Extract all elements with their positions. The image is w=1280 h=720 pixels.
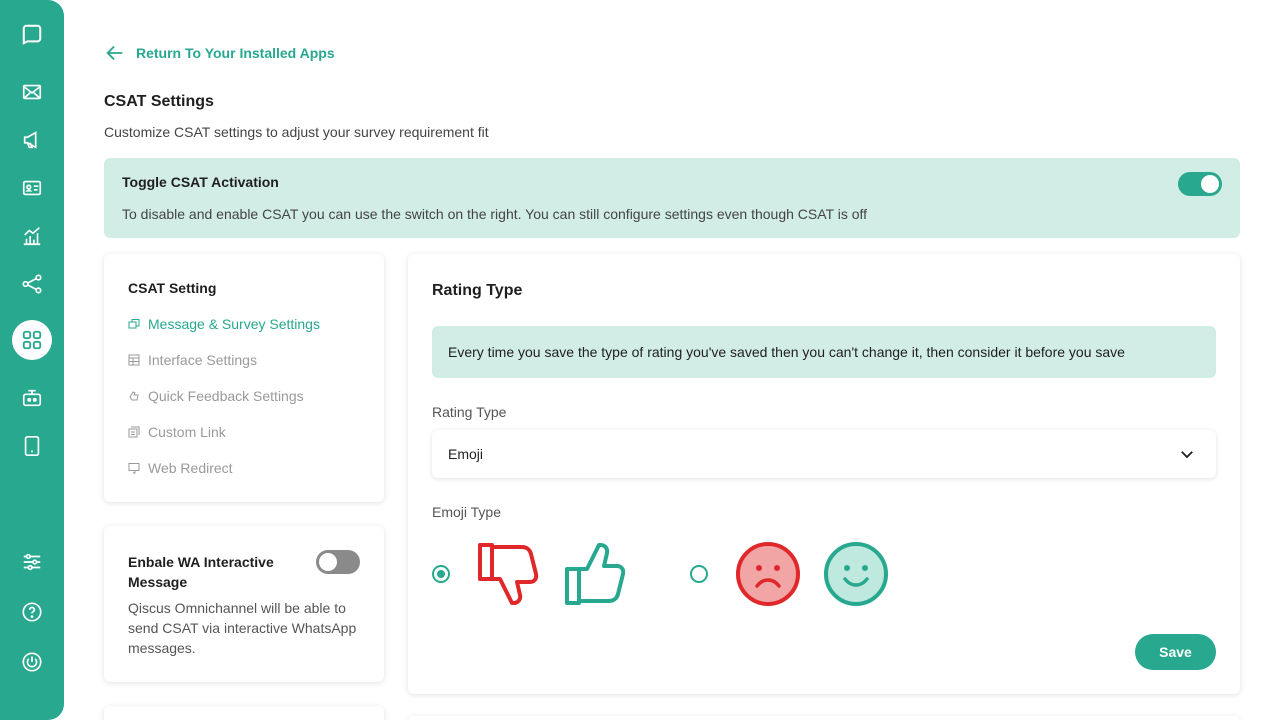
menu-item-custom-link[interactable]: Custom Link [128,424,226,440]
save-button[interactable]: Save [1135,634,1216,670]
next-section-card [408,716,1240,720]
thumbs-up-icon [565,543,626,605]
inbox-icon[interactable] [12,72,52,112]
wa-interactive-toggle[interactable] [316,550,360,574]
rating-type-label: Rating Type [432,404,507,420]
rating-type-notice: Every time you save the type of rating y… [432,326,1216,378]
menu-item-label: Message & Survey Settings [148,316,320,332]
wa-interactive-description: Qiscus Omnichannel will be able to send … [128,600,357,656]
contact-card-icon[interactable] [12,168,52,208]
activation-title: Toggle CSAT Activation [122,174,279,190]
integration-icon[interactable] [12,264,52,304]
csat-activation-toggle[interactable] [1178,172,1222,196]
emoji-option-thumbs-radio[interactable] [432,565,450,583]
page-subtitle: Customize CSAT settings to adjust your s… [104,124,489,140]
menu-item-label: Interface Settings [148,352,257,368]
feedback-hand-icon [129,391,139,401]
next-settings-card [104,706,384,720]
apps-grid-icon[interactable] [12,320,52,360]
emoji-option-faces-radio[interactable] [690,565,708,583]
wa-interactive-message-card: Enbale WA Interactive Message Qiscus Omn… [104,526,384,682]
back-link-label: Return To Your Installed Apps [136,45,335,61]
rating-type-title: Rating Type [432,282,523,299]
chevron-down-icon [1181,451,1193,459]
menu-item-label: Custom Link [148,424,226,440]
interface-grid-icon [128,354,140,366]
web-redirect-icon [128,463,140,474]
rating-type-value: Emoji [448,446,484,462]
menu-item-label: Quick Feedback Settings [148,388,304,404]
settings-sliders-icon[interactable] [12,542,52,582]
csat-settings-menu: CSAT Setting Message & Survey Settings I… [104,254,384,502]
chat-logo-icon[interactable] [12,14,52,54]
rating-type-select[interactable]: Emoji [432,430,1216,478]
arrow-left-icon [106,45,123,61]
menu-item-web-redirect[interactable]: Web Redirect [128,460,233,476]
menu-item-message-survey-settings[interactable]: Message & Survey Settings [128,316,320,332]
custom-link-icon [128,426,140,438]
menu-item-label: Web Redirect [148,460,233,476]
menu-title: CSAT Setting [128,280,217,296]
page-title: CSAT Settings [104,93,214,110]
wa-interactive-title: Enbale WA Interactive Message [128,554,274,590]
megaphone-icon[interactable] [12,120,52,160]
analytics-icon[interactable] [12,216,52,256]
thumbs-down-icon [478,543,539,605]
happy-face-icon [824,542,888,606]
emoji-type-label: Emoji Type [432,504,501,520]
mobile-icon[interactable] [12,426,52,466]
bot-icon[interactable] [12,378,52,418]
menu-item-interface-settings[interactable]: Interface Settings [128,352,257,368]
csat-activation-banner: Toggle CSAT Activation To disable and en… [104,158,1240,238]
sidebar [0,0,64,720]
power-icon[interactable] [12,642,52,682]
help-icon[interactable] [12,592,52,632]
rating-type-card: Rating Type Every time you save the type… [408,254,1240,694]
activation-description: To disable and enable CSAT you can use t… [122,206,868,222]
menu-item-quick-feedback-settings[interactable]: Quick Feedback Settings [128,388,304,404]
sad-face-icon [736,542,800,606]
back-to-installed-apps-link[interactable]: Return To Your Installed Apps [104,42,335,64]
message-settings-icon [128,319,140,329]
